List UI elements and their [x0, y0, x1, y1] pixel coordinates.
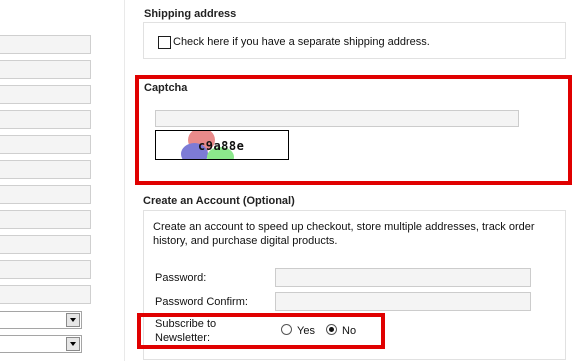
billing-field-10[interactable] — [0, 260, 91, 279]
newsletter-no-label: No — [342, 325, 357, 337]
newsletter-label-line1: Subscribe to — [155, 318, 217, 330]
billing-field-1[interactable] — [0, 35, 91, 54]
billing-field-2[interactable] — [0, 60, 91, 79]
newsletter-label-line2: Newsletter: — [155, 332, 211, 344]
newsletter-no-radio[interactable] — [326, 324, 337, 335]
billing-field-8[interactable] — [0, 210, 91, 229]
create-account-title: Create an Account (Optional) — [143, 195, 295, 207]
billing-field-6[interactable] — [0, 160, 91, 179]
newsletter-yes-radio[interactable] — [281, 324, 292, 335]
billing-field-4[interactable] — [0, 110, 91, 129]
separate-shipping-label: Check here if you have a separate shippi… — [173, 36, 430, 48]
captcha-code: c9a88e — [198, 139, 245, 153]
newsletter-yes-label: Yes — [297, 325, 315, 337]
captcha-title: Captcha — [144, 82, 188, 94]
password-label: Password: — [155, 272, 207, 284]
billing-field-3[interactable] — [0, 85, 91, 104]
billing-select-1[interactable] — [0, 311, 82, 329]
password-input[interactable] — [275, 268, 531, 287]
captcha-input[interactable] — [155, 110, 519, 127]
billing-field-9[interactable] — [0, 235, 91, 254]
billing-field-11[interactable] — [0, 285, 91, 304]
create-account-desc-line1: Create an account to speed up checkout, … — [153, 221, 535, 233]
billing-column — [0, 0, 126, 361]
shipping-title: Shipping address — [144, 8, 237, 20]
billing-field-7[interactable] — [0, 185, 91, 204]
shipping-box: Check here if you have a separate shippi… — [143, 22, 566, 59]
billing-select-2[interactable] — [0, 335, 82, 353]
billing-field-5[interactable] — [0, 135, 91, 154]
password-confirm-label: Password Confirm: — [155, 296, 248, 308]
separate-shipping-checkbox[interactable] — [158, 36, 171, 49]
create-account-desc-line2: history, and purchase digital products. — [153, 235, 338, 247]
column-divider — [124, 0, 125, 361]
password-confirm-input[interactable] — [275, 292, 531, 311]
chevron-down-icon[interactable] — [66, 337, 80, 351]
captcha-image: c9a88e — [155, 130, 289, 160]
chevron-down-icon[interactable] — [66, 313, 80, 327]
